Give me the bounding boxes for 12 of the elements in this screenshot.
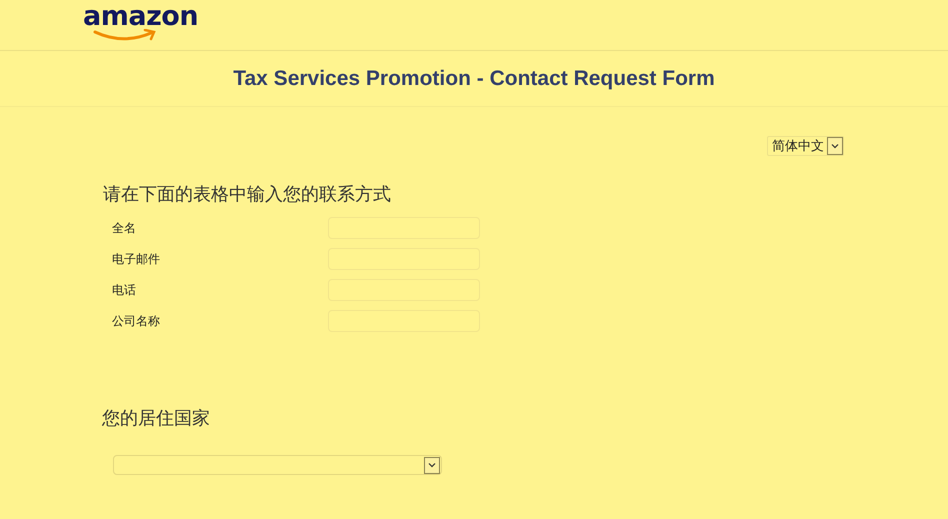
caret-icon [831, 143, 839, 149]
logo[interactable]: amazon [83, 2, 195, 46]
country-select[interactable] [113, 455, 442, 475]
field-label: 电话 [112, 282, 137, 299]
field-label: 全名 [112, 220, 137, 237]
section-heading: 您的居住国家 [102, 407, 211, 430]
caret-icon [428, 462, 436, 468]
language-select[interactable]: 简体中文 [767, 136, 844, 156]
section-heading: 请在下面的表格中输入您的联系方式 [103, 183, 392, 206]
field-label: 公司名称 [112, 313, 161, 330]
field-label: 电子邮件 [112, 251, 161, 268]
page-title: Tax Services Promotion - Contact Request Form [233, 66, 715, 92]
